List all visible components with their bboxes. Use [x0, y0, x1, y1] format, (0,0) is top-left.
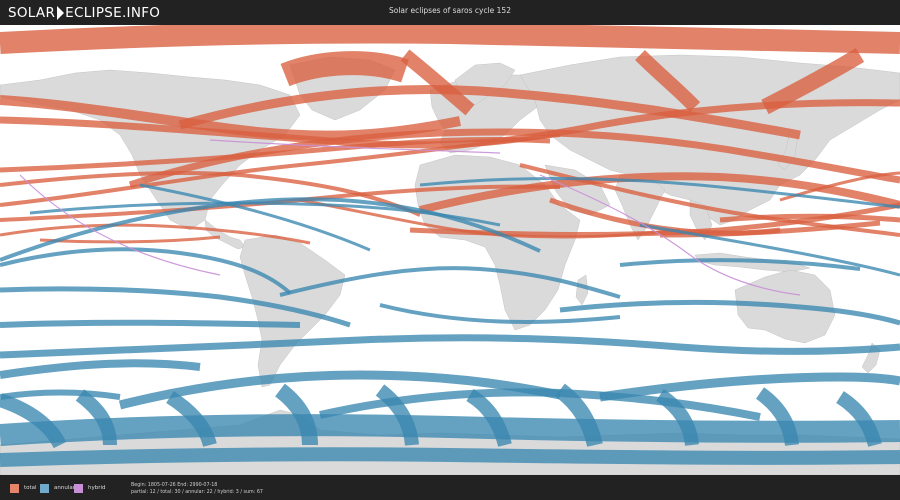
- legend-hybrid-label: hybrid: [88, 485, 106, 491]
- legend-hybrid-swatch: [74, 483, 83, 493]
- legend-total-label: total: [24, 485, 37, 491]
- saros-info-counts: partial: 12 / total: 30 / annular: 22 / …: [131, 490, 263, 495]
- world-map[interactable]: [0, 25, 900, 475]
- saros-info-dates: Begin: 1805-07-26 End: 2990-07-18: [131, 483, 218, 488]
- saros-info: Begin: 1805-07-26 End: 2990-07-18 partia…: [131, 482, 263, 496]
- legend-total: total: [10, 483, 37, 493]
- legend-total-swatch: [10, 483, 19, 493]
- legend-annular-label: annular: [54, 485, 75, 491]
- header-bar: SOLAR ECLIPSE.INFO Solar eclipses of sar…: [0, 0, 900, 25]
- legend-annular-swatch: [40, 483, 49, 493]
- legend-bar: total annular hybrid Begin: 1805-07-26 E…: [0, 475, 900, 500]
- legend-hybrid: hybrid: [74, 483, 106, 493]
- map-svg: [0, 25, 900, 475]
- page-title: Solar eclipses of saros cycle 152: [389, 6, 511, 15]
- legend-annular: annular: [40, 483, 75, 493]
